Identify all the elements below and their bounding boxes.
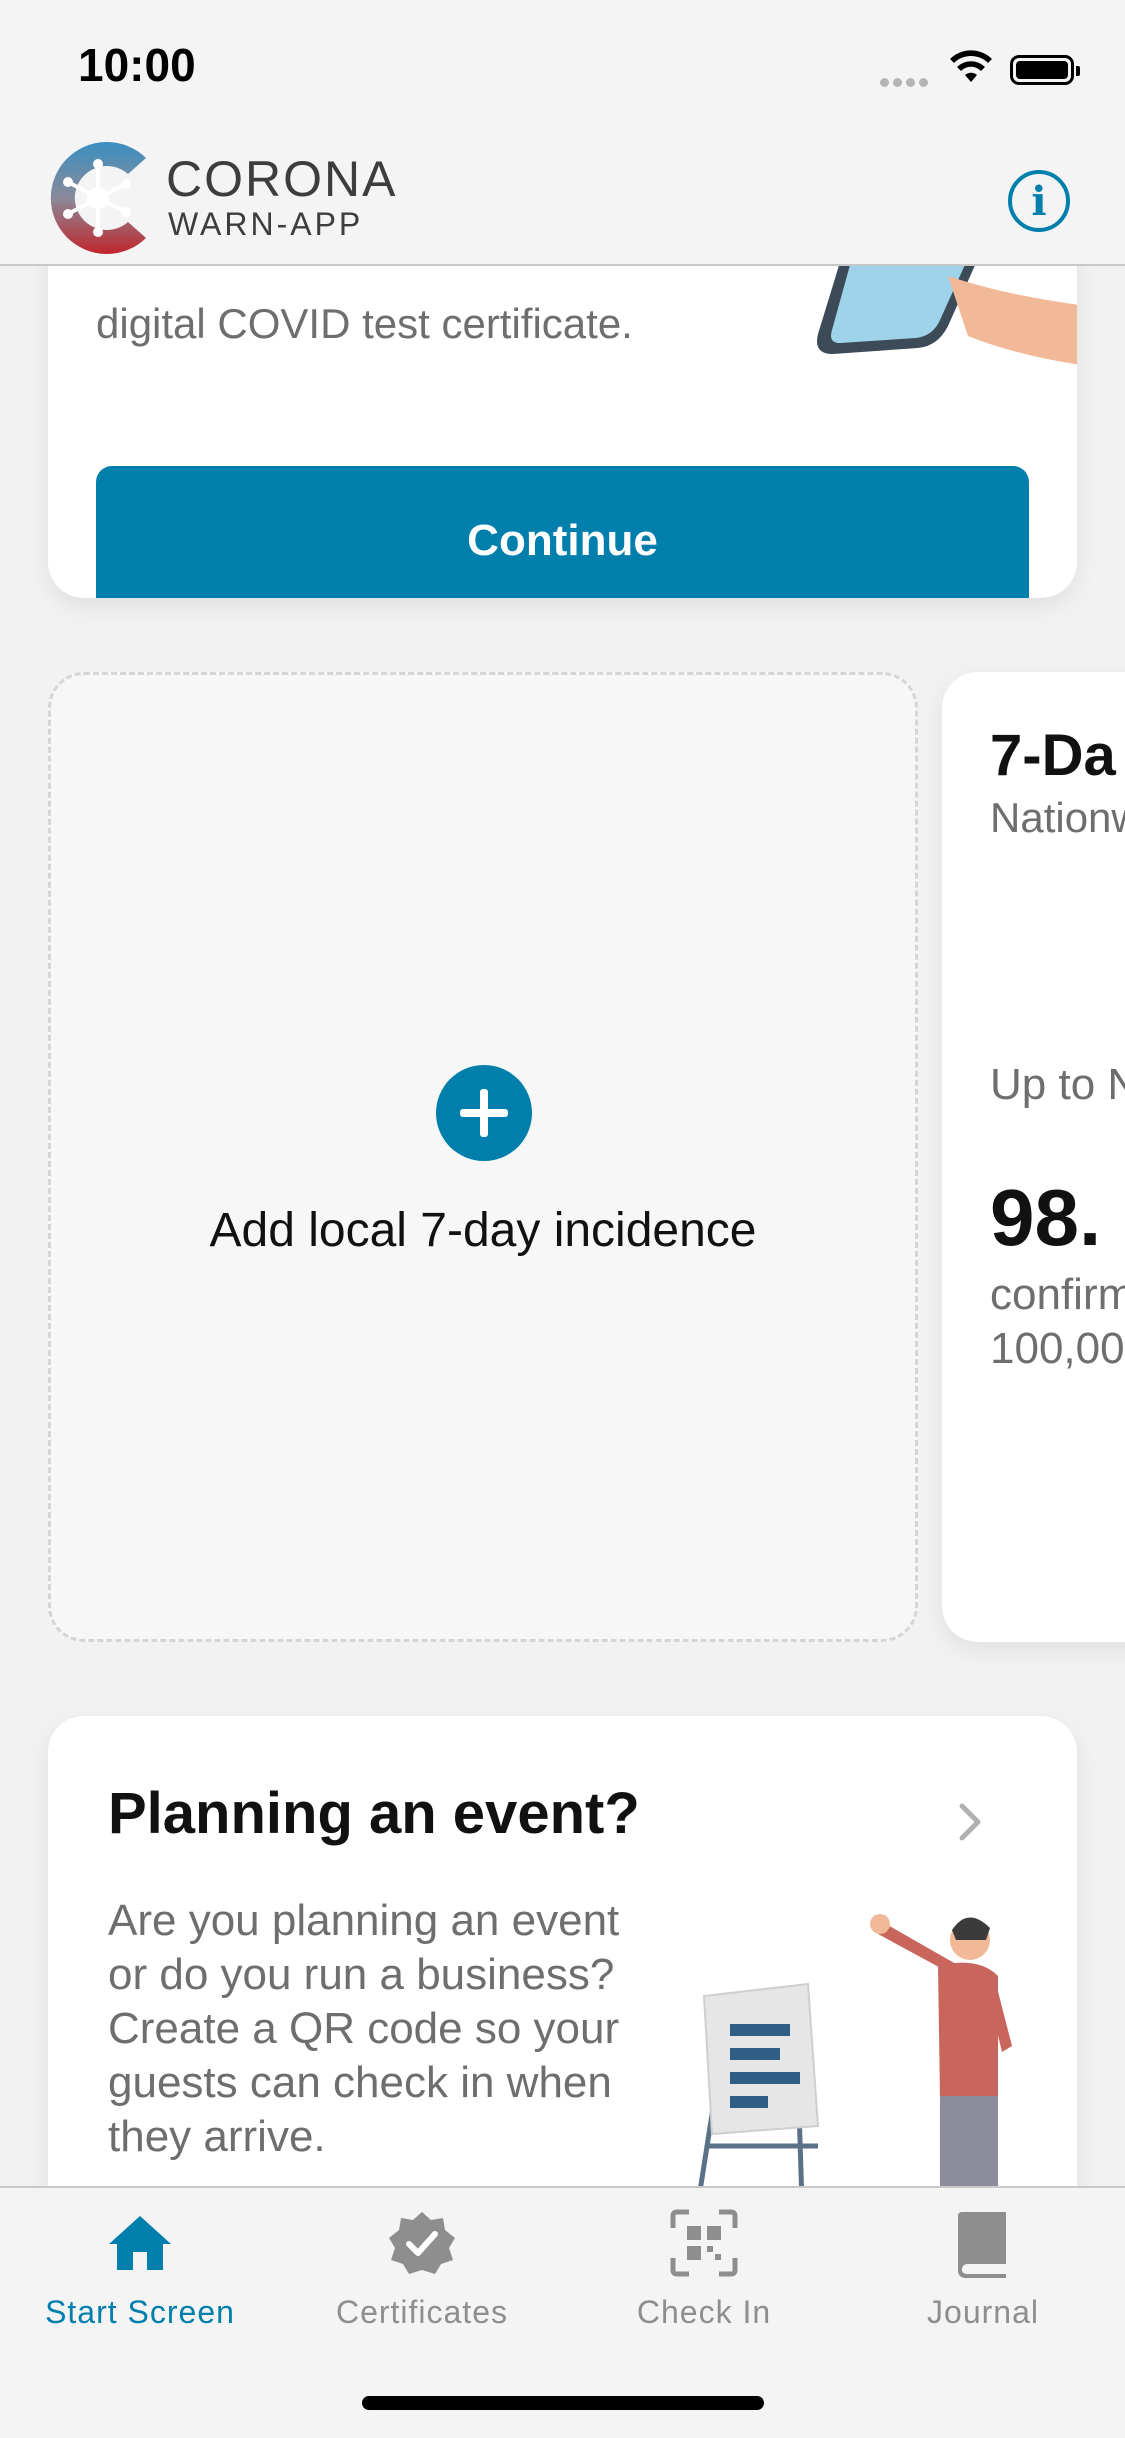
logo-title: CORONA xyxy=(166,151,398,207)
status-bar: 10:00 xyxy=(0,0,1125,132)
logo-subtitle: WARN-APP xyxy=(168,206,364,242)
home-scroll-content[interactable]: digital COVID test certificate. Continue… xyxy=(0,266,1125,2186)
corona-warn-app-logo xyxy=(50,142,147,254)
tab-journal[interactable]: Journal xyxy=(843,2208,1123,2331)
status-time: 10:00 xyxy=(78,39,196,91)
chevron-right-icon xyxy=(959,1803,981,1841)
certificate-icon xyxy=(389,2212,455,2274)
incidence-value: 98. xyxy=(990,1173,1102,1262)
cellular-signal-icon xyxy=(880,74,932,92)
test-certificate-card: digital COVID test certificate. Continue xyxy=(48,266,1077,598)
event-card-title: Planning an event? xyxy=(108,1781,640,1846)
tab-label: Start Screen xyxy=(45,2294,235,2330)
planning-event-card[interactable]: Planning an event? Are you planning an e… xyxy=(48,1716,1077,2186)
incidence-date: Up to N 8, 202 xyxy=(990,1060,1125,1109)
incidence-description: confirm infectio 100,00 residen xyxy=(990,1270,1125,1373)
continue-button[interactable]: Continue xyxy=(96,466,1029,598)
event-card-description: Are you planning an event or do you run … xyxy=(108,1896,620,2161)
tab-start-screen[interactable]: Start Screen xyxy=(0,2208,280,2331)
presenter-illustration xyxy=(698,1914,1012,2186)
add-local-incidence-label: Add local 7-day incidence xyxy=(209,1204,757,1257)
incidence-subtitle: Nationw xyxy=(990,794,1125,841)
certificate-description: digital COVID test certificate. xyxy=(96,300,633,347)
add-local-incidence-card[interactable]: Add local 7-day incidence xyxy=(48,672,918,1642)
tab-label: Journal xyxy=(927,2294,1039,2330)
phone-illustration xyxy=(817,266,1077,365)
app-header: CORONA WARN-APP i xyxy=(0,132,1125,266)
home-indicator[interactable] xyxy=(362,2396,764,2410)
wifi-icon xyxy=(950,50,992,82)
tab-label: Certificates xyxy=(335,2294,509,2330)
tab-certificates[interactable]: Certificates xyxy=(282,2208,562,2331)
book-icon xyxy=(958,2212,1006,2278)
tab-label: Check In xyxy=(636,2294,772,2330)
qr-scan-icon xyxy=(670,2209,738,2277)
plus-icon xyxy=(436,1065,532,1161)
battery-icon xyxy=(1010,55,1080,85)
home-icon xyxy=(109,2216,171,2270)
info-icon[interactable]: i xyxy=(1008,170,1070,232)
tab-check-in[interactable]: Check In xyxy=(564,2208,844,2331)
seven-day-incidence-card[interactable]: 7-Da Nationw Up to N 8, 202 98. confirm … xyxy=(942,672,1125,1642)
incidence-title: 7-Da xyxy=(990,723,1116,788)
